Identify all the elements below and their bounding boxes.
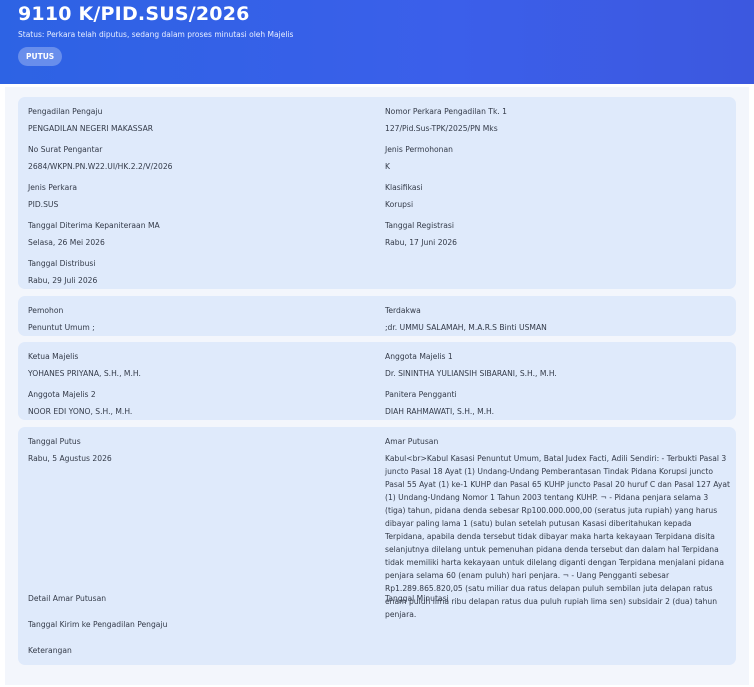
case-info-card: Pengadilan Pengaju PENGADILAN NEGERI MAK… xyxy=(18,97,736,289)
field-ketua-majelis: Ketua Majelis YOHANES PRIYANA, S.H., M.H… xyxy=(28,352,141,378)
field-klasifikasi: Klasifikasi Korupsi xyxy=(385,183,423,209)
field-label: Anggota Majelis 2 xyxy=(28,390,96,399)
field-jenis-perkara: Jenis Perkara PID.SUS xyxy=(28,183,77,209)
field-tanggal-minutasi: Tanggal Minutasi xyxy=(385,594,449,603)
case-status-text: Status: Perkara telah diputus, sedang da… xyxy=(18,30,294,39)
verdict-card: Tanggal Putus Rabu, 5 Agustus 2026 Amar … xyxy=(18,427,736,665)
field-value: Dr. SININTHA YULIANSIH SIBARANI, S.H., M… xyxy=(385,369,557,378)
field-label: Panitera Pengganti xyxy=(385,390,457,399)
field-value: K xyxy=(385,162,390,171)
field-value: Rabu, 29 Juli 2026 xyxy=(28,276,98,285)
field-value: PENGADILAN NEGERI MAKASSAR xyxy=(28,124,154,133)
field-no-surat-pengantar: No Surat Pengantar 2684/WKPN.PN.W22.UI/H… xyxy=(28,145,172,171)
field-pemohon: Pemohon Penuntut Umum ; xyxy=(28,306,95,332)
field-anggota-majelis-2: Anggota Majelis 2 NOOR EDI YONO, S.H., M… xyxy=(28,390,132,416)
field-tanggal-registrasi: Tanggal Registrasi Rabu, 17 Juni 2026 xyxy=(385,221,457,247)
field-label: Tanggal Kirim ke Pengadilan Pengaju xyxy=(28,620,168,629)
field-label: Keterangan xyxy=(28,646,72,655)
field-label: Pengadilan Pengaju xyxy=(28,107,103,116)
field-label: Terdakwa xyxy=(385,306,421,315)
field-label: Tanggal Registrasi xyxy=(385,221,454,230)
field-value: Rabu, 5 Agustus 2026 xyxy=(28,454,112,463)
field-keterangan: Keterangan xyxy=(28,646,72,655)
field-value: ;dr. UMMU SALAMAH, M.A.R.S Binti USMAN xyxy=(385,323,547,332)
field-tanggal-putus: Tanggal Putus Rabu, 5 Agustus 2026 xyxy=(28,437,112,463)
field-label: Anggota Majelis 1 xyxy=(385,352,453,361)
field-value: YOHANES PRIYANA, S.H., M.H. xyxy=(28,369,141,378)
field-label: Tanggal Putus xyxy=(28,437,81,446)
judges-card: Ketua Majelis YOHANES PRIYANA, S.H., M.H… xyxy=(18,342,736,420)
field-label: Tanggal Distribusi xyxy=(28,259,96,268)
status-badge: PUTUS xyxy=(18,47,63,66)
field-pengadilan-pengaju: Pengadilan Pengaju PENGADILAN NEGERI MAK… xyxy=(28,107,153,133)
field-label: Nomor Perkara Pengadilan Tk. 1 xyxy=(385,107,507,116)
field-value: 127/Pid.Sus-TPK/2025/PN Mks xyxy=(385,124,498,133)
field-value: 2684/WKPN.PN.W22.UI/HK.2.2/V/2026 xyxy=(28,162,173,171)
field-value: DIAH RAHMAWATI, S.H., M.H. xyxy=(385,407,495,416)
case-header: 9110 K/PID.SUS/2026 Status: Perkara tela… xyxy=(0,0,754,84)
field-jenis-permohonan: Jenis Permohonan K xyxy=(385,145,453,171)
field-value: Selasa, 26 Mei 2026 xyxy=(28,238,105,247)
field-label: Tanggal Minutasi xyxy=(385,594,449,603)
field-label: Detail Amar Putusan xyxy=(28,594,107,603)
field-value: NOOR EDI YONO, S.H., M.H. xyxy=(28,407,133,416)
field-label: Klasifikasi xyxy=(385,183,423,192)
field-label: Tanggal Diterima Kepaniteraan MA xyxy=(28,221,160,230)
field-label: Jenis Permohonan xyxy=(385,145,453,154)
field-nomor-perkara: Nomor Perkara Pengadilan Tk. 1 127/Pid.S… xyxy=(385,107,507,133)
field-tanggal-diterima: Tanggal Diterima Kepaniteraan MA Selasa,… xyxy=(28,221,160,247)
field-value: Rabu, 17 Juni 2026 xyxy=(385,238,458,247)
field-label: Jenis Perkara xyxy=(28,183,77,192)
field-value: Penuntut Umum ; xyxy=(28,323,95,332)
page-title: 9110 K/PID.SUS/2026 xyxy=(18,3,250,25)
field-value: Korupsi xyxy=(385,200,414,209)
field-detail-amar: Detail Amar Putusan xyxy=(28,594,106,603)
parties-card: Pemohon Penuntut Umum ; Terdakwa ;dr. UM… xyxy=(18,296,736,336)
field-tanggal-distribusi: Tanggal Distribusi Rabu, 29 Juli 2026 xyxy=(28,259,97,285)
field-label: Pemohon xyxy=(28,306,64,315)
field-anggota-majelis-1: Anggota Majelis 1 Dr. SININTHA YULIANSIH… xyxy=(385,352,557,378)
field-label: No Surat Pengantar xyxy=(28,145,103,154)
field-terdakwa: Terdakwa ;dr. UMMU SALAMAH, M.A.R.S Bint… xyxy=(385,306,547,332)
field-label: Ketua Majelis xyxy=(28,352,79,361)
case-detail-panel: Pengadilan Pengaju PENGADILAN NEGERI MAK… xyxy=(5,87,749,685)
field-tanggal-kirim: Tanggal Kirim ke Pengadilan Pengaju xyxy=(28,620,167,629)
field-panitera-pengganti: Panitera Pengganti DIAH RAHMAWATI, S.H.,… xyxy=(385,390,494,416)
field-label: Amar Putusan xyxy=(385,437,439,446)
field-value: PID.SUS xyxy=(28,200,59,209)
